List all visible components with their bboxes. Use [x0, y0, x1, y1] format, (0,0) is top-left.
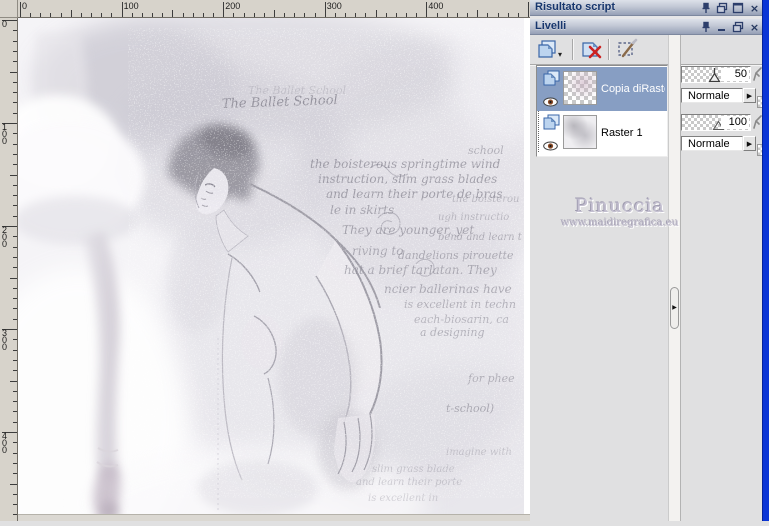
blend-mode-select[interactable]: Normale [681, 88, 743, 103]
edit-selection-button[interactable] [616, 38, 640, 63]
opacity-value: 50 [721, 68, 749, 81]
pencil-icon[interactable] [753, 115, 762, 131]
right-panel-stack: Risultato script × Livelli × ▾ Copia diR… [530, 0, 767, 521]
minimize-icon[interactable] [716, 21, 729, 33]
opacity-slider[interactable]: 100 [681, 114, 751, 131]
layers-titlebar[interactable]: Livelli × [530, 19, 762, 35]
ruler-label: 0 [2, 19, 8, 29]
layer-controls: 50 Normale ▶ 100 Normale ▶ [681, 65, 767, 205]
ruler-label: 1 0 0 [2, 122, 8, 146]
ruler-label: 3 0 0 [2, 328, 8, 352]
toolbar-separator [608, 39, 609, 60]
new-layer-button[interactable] [536, 38, 558, 63]
layer-thumbnail[interactable] [563, 71, 597, 105]
ballet-artwork: The Ballet School The Ballet School scho… [0, 3, 588, 526]
ruler-corner [0, 0, 18, 18]
script-result-titlebar[interactable]: Risultato script × [530, 0, 762, 16]
layer-name[interactable]: Raster 1 [601, 127, 665, 139]
panel-splitter[interactable]: ▶ [668, 35, 681, 521]
toolbar-separator [572, 39, 573, 60]
pencil-icon[interactable] [753, 67, 762, 83]
visibility-eye-icon[interactable] [543, 141, 558, 151]
ruler-label: 400 [428, 1, 444, 11]
close-icon[interactable]: × [748, 21, 761, 33]
layers-panel-body: ▾ Copia diRast Raster 1 ▶ 50 Normale ▶ 1… [530, 35, 767, 521]
layer-row-raster-1[interactable]: Raster 1 [537, 111, 667, 155]
delete-layer-icon [582, 42, 602, 59]
slider-handle-icon[interactable] [708, 68, 721, 83]
new-layer-icon [538, 40, 556, 58]
script-result-title: Risultato script [535, 1, 616, 13]
ruler-horizontal: 0 100 200 300 400 [18, 0, 530, 18]
window-edge [762, 0, 769, 521]
speckle-noise [128, 28, 528, 498]
opacity-value: 100 [721, 116, 749, 129]
delete-layer-button[interactable] [580, 38, 604, 63]
blend-mode-arrow[interactable]: ▶ [743, 88, 756, 103]
workspace-strip [18, 515, 530, 521]
shade-icon[interactable] [716, 2, 729, 14]
raster-layer-icon [543, 114, 560, 130]
layer-row-copia-diraster[interactable]: Copia diRaster 1 [537, 67, 667, 111]
opacity-slider[interactable]: 50 [681, 66, 751, 83]
layers-list: Copia diRaster 1 Raster 1 [536, 65, 668, 157]
watermark: Pinuccia www.maidiregrafica.eu [558, 195, 682, 229]
layer-name[interactable]: Copia diRaster 1 [601, 83, 665, 95]
raster-layer-icon [543, 70, 560, 86]
watermark-name: Pinuccia [574, 195, 666, 217]
ruler-label: 200 [225, 1, 241, 11]
layer-thumbnail[interactable] [563, 115, 597, 149]
edit-selection-icon [618, 38, 638, 58]
ruler-label: 0 [22, 1, 28, 11]
blend-mode-arrow[interactable]: ▶ [743, 136, 756, 151]
close-icon[interactable]: × [748, 2, 761, 14]
blend-mode-value: Normale [688, 138, 730, 150]
blend-mode-value: Normale [688, 90, 730, 102]
caret-down-icon: ▾ [558, 50, 563, 59]
ruler-label: 2 0 0 [2, 225, 8, 249]
maximize-icon[interactable] [732, 2, 745, 14]
new-layer-dropdown[interactable]: ▾ [558, 45, 562, 60]
image-canvas[interactable]: The Ballet School The Ballet School scho… [0, 3, 588, 526]
ruler-label: 4 0 0 [2, 431, 8, 455]
splitter-collapse-handle[interactable]: ▶ [670, 287, 679, 329]
restore-icon[interactable] [732, 21, 745, 33]
ruler-label: 100 [123, 1, 139, 11]
watermark-url: www.maidiregrafica.eu [561, 218, 679, 229]
canvas-bottom-edge [18, 514, 530, 515]
blend-mode-select[interactable]: Normale [681, 136, 743, 151]
arrow-right-icon: ▶ [746, 91, 753, 100]
pin-icon[interactable] [700, 2, 713, 14]
layers-toolbar: ▾ [530, 35, 762, 65]
ruler-label: 300 [326, 1, 342, 11]
ruler-vertical: 0 1 0 0 2 0 0 3 0 0 4 0 0 [0, 18, 18, 521]
splitter-arrow-icon: ▶ [672, 304, 677, 311]
pin-icon[interactable] [700, 21, 713, 33]
layers-title: Livelli [535, 20, 567, 32]
visibility-eye-icon[interactable] [543, 97, 558, 107]
arrow-right-icon: ▶ [746, 139, 753, 148]
